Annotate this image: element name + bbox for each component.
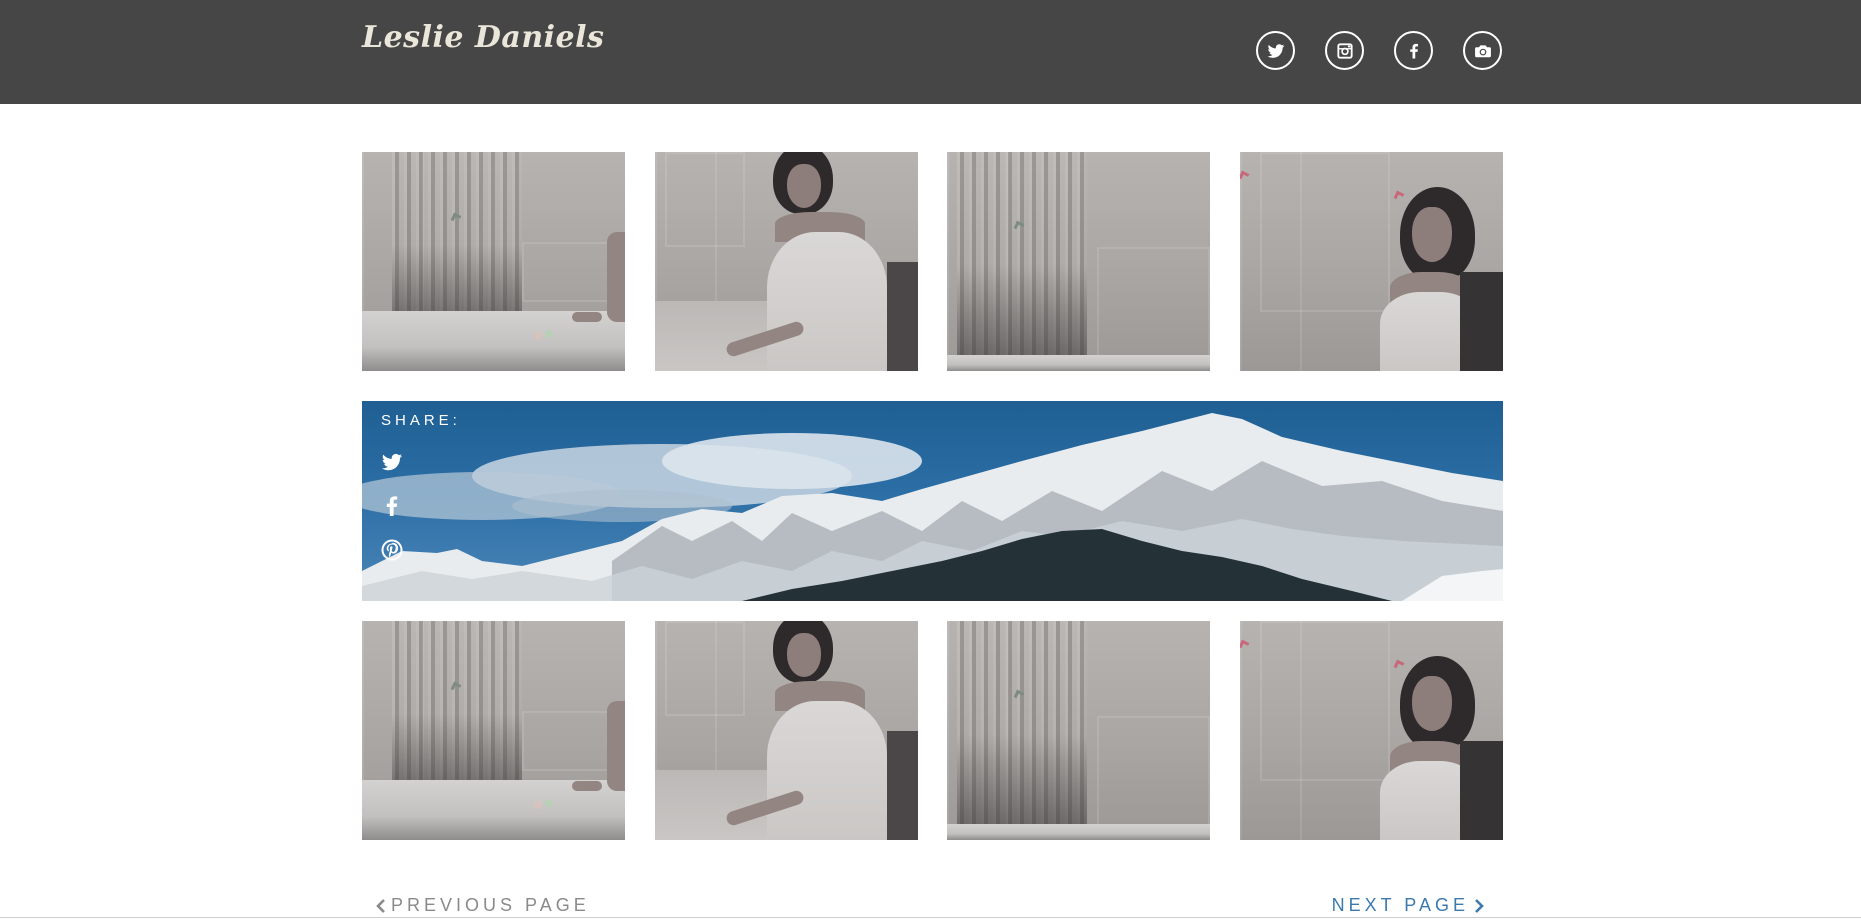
facebook-icon [386,496,398,516]
share-label: SHARE: [381,412,461,429]
share-facebook-button[interactable] [380,495,404,517]
gallery-photo-8[interactable] [1239,621,1503,840]
gallery-photo-7[interactable] [947,621,1211,840]
header-instagram-link[interactable] [1325,31,1364,70]
gallery-photo-3[interactable] [947,152,1211,371]
site-header: Leslie Daniels [0,0,1861,104]
share-banner: SHARE: [362,401,1503,601]
camera-icon [1474,44,1491,57]
share-twitter-button[interactable] [380,451,404,473]
gallery-row-bottom [362,621,1503,840]
twitter-icon [381,453,403,471]
twitter-icon [1267,43,1284,58]
chevron-right-icon [1475,898,1484,913]
instagram-icon [1336,42,1353,59]
gallery-photo-1[interactable] [362,152,625,371]
header-twitter-link[interactable] [1256,31,1295,70]
share-links [380,451,404,561]
site-logo[interactable]: Leslie Daniels [362,20,604,55]
gallery-photo-5[interactable] [362,621,625,840]
mountain-landscape-image [362,413,1503,601]
chevron-left-icon [376,898,385,913]
pinterest-icon [381,539,403,561]
previous-page-label: PREVIOUS PAGE [391,895,590,915]
page-bottom-divider [0,917,1861,918]
next-page-label: NEXT PAGE [1331,895,1469,915]
header-social-links [1256,31,1502,70]
gallery-photo-2[interactable] [654,152,918,371]
gallery-photo-6[interactable] [654,621,918,840]
gallery-photo-4[interactable] [1239,152,1503,371]
next-page-link[interactable]: NEXT PAGE [1332,895,1485,916]
facebook-icon [1409,43,1418,58]
gallery-row-top [362,152,1503,371]
header-camera-link[interactable] [1463,31,1502,70]
header-facebook-link[interactable] [1394,31,1433,70]
previous-page-link[interactable]: PREVIOUS PAGE [375,895,590,916]
share-pinterest-button[interactable] [380,539,404,561]
